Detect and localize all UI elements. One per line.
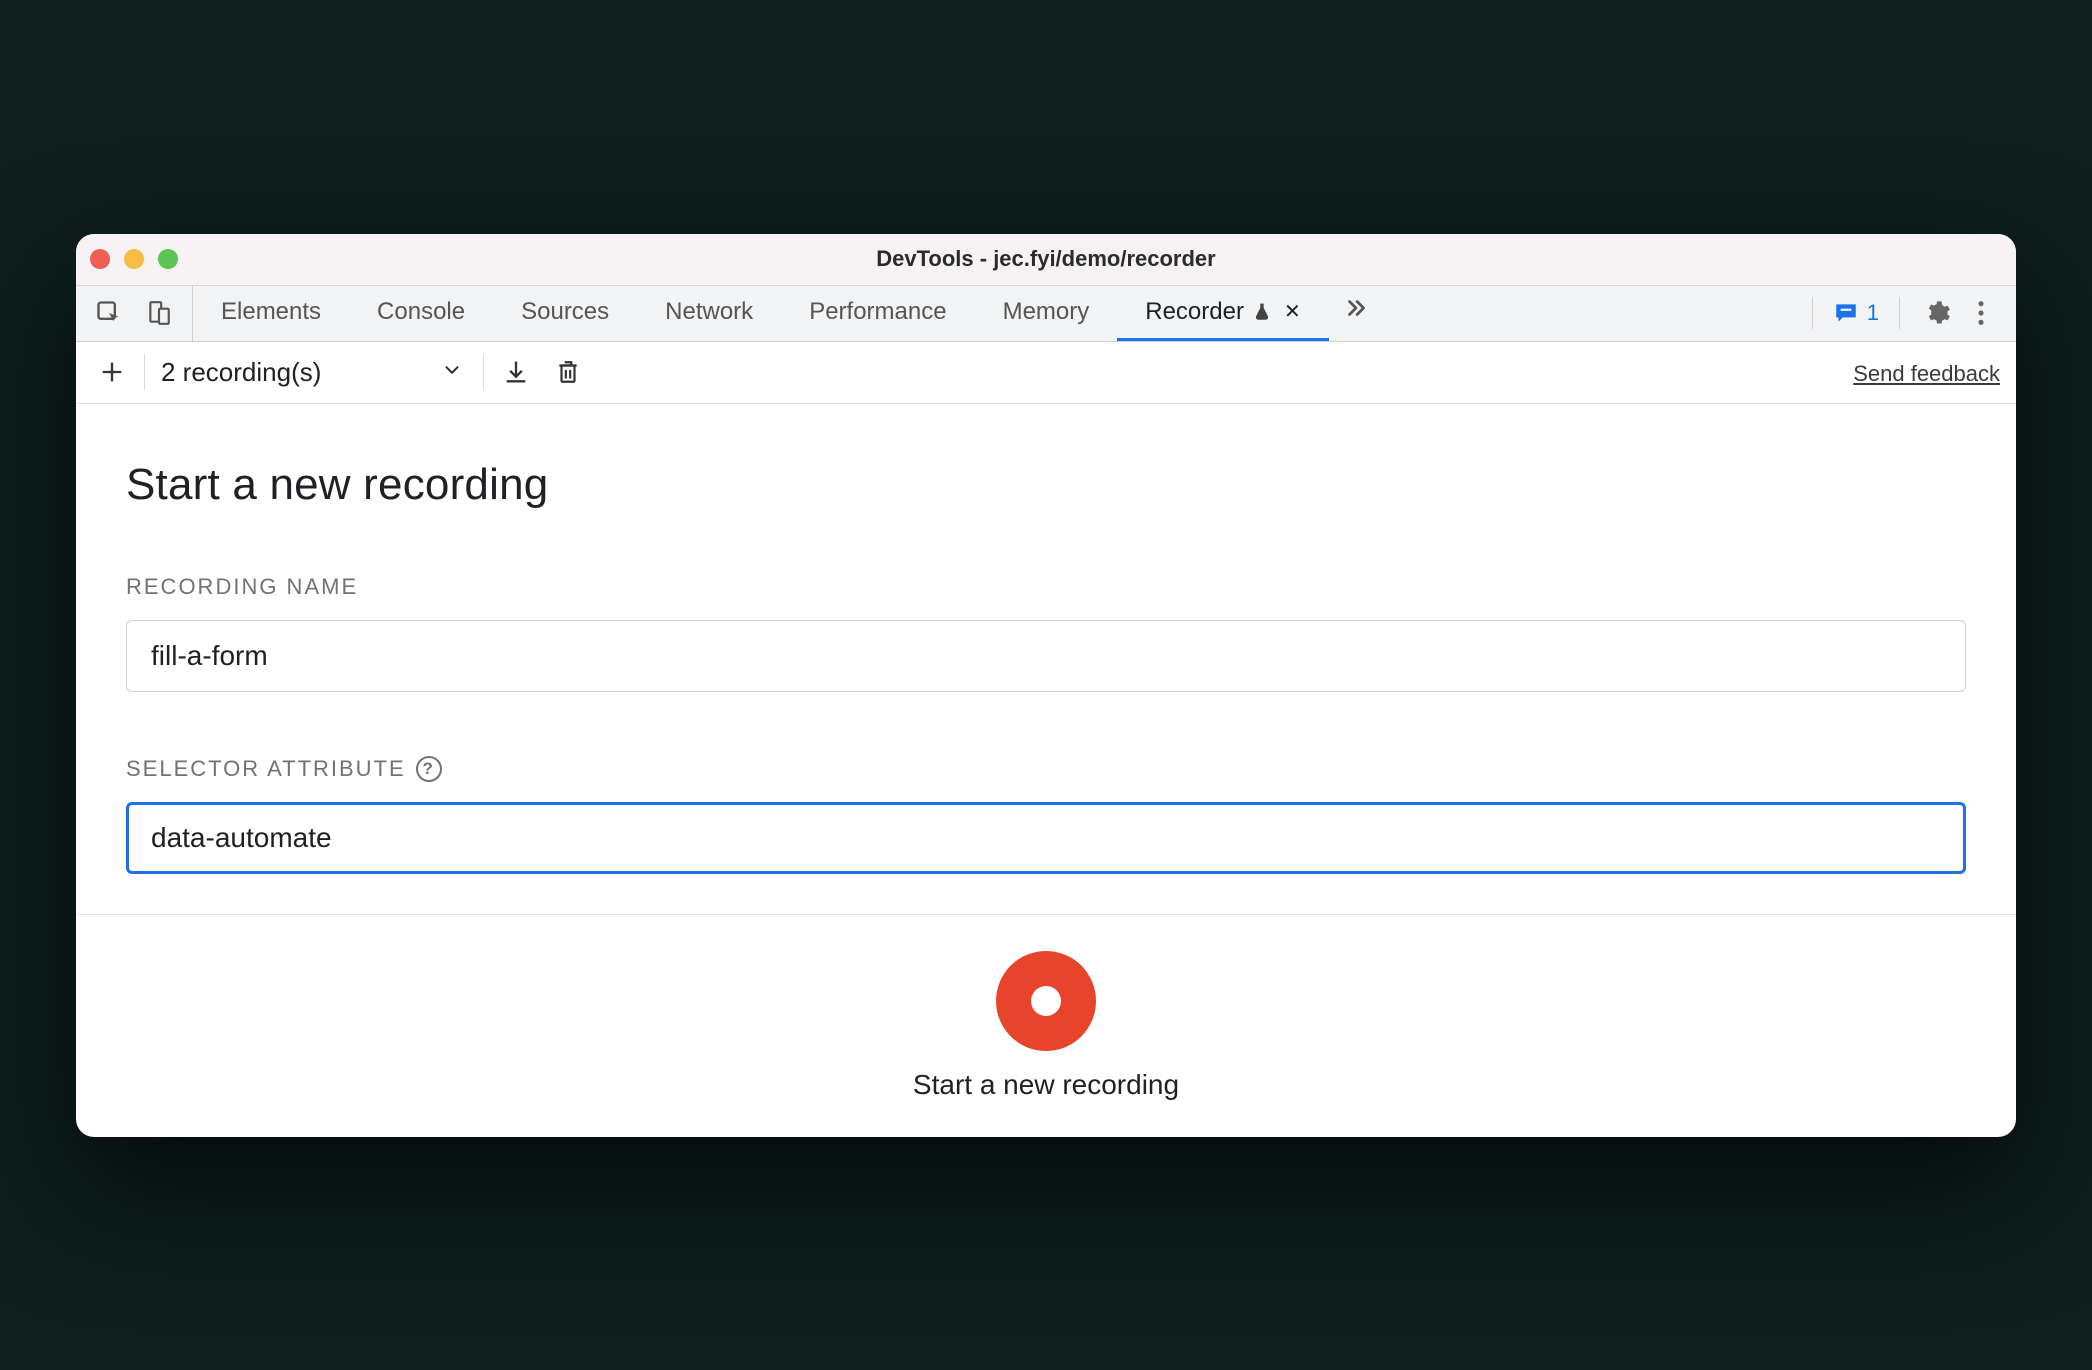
close-window-button[interactable] xyxy=(90,249,110,269)
inspect-element-icon[interactable] xyxy=(92,296,126,330)
tabs-list: Elements Console Sources Network Perform… xyxy=(193,286,1796,341)
tab-label: Recorder xyxy=(1145,298,1244,326)
recordings-dropdown[interactable]: 2 recording(s) xyxy=(157,357,471,388)
start-recording-label: Start a new recording xyxy=(913,1069,1179,1101)
tab-label: Console xyxy=(377,298,465,326)
dropdown-label: 2 recording(s) xyxy=(161,357,321,388)
separator xyxy=(144,354,145,390)
separator xyxy=(1812,297,1813,329)
zoom-window-button[interactable] xyxy=(158,249,178,269)
tab-label: Elements xyxy=(221,298,321,326)
minimize-window-button[interactable] xyxy=(124,249,144,269)
more-options-button[interactable] xyxy=(1964,296,1998,330)
download-icon xyxy=(502,358,530,386)
tab-label: Performance xyxy=(809,298,946,326)
issues-button[interactable]: 1 xyxy=(1833,300,1879,326)
start-recording-button[interactable] xyxy=(996,951,1096,1051)
send-feedback-link[interactable]: Send feedback xyxy=(1853,361,2000,386)
plus-icon xyxy=(98,358,126,386)
chevron-down-icon xyxy=(441,357,463,388)
selector-attribute-label-text: SELECTOR ATTRIBUTE xyxy=(126,756,406,782)
record-icon xyxy=(1031,986,1061,1016)
tab-network[interactable]: Network xyxy=(637,286,781,341)
settings-button[interactable] xyxy=(1920,296,1954,330)
tabs-row: Elements Console Sources Network Perform… xyxy=(76,286,2016,342)
delete-button[interactable] xyxy=(548,352,588,392)
trash-icon xyxy=(555,358,581,386)
devtools-window: DevTools - jec.fyi/demo/recorder Element… xyxy=(76,234,2016,1137)
separator xyxy=(1899,297,1900,329)
message-icon xyxy=(1833,300,1859,326)
recording-name-input[interactable] xyxy=(126,620,1966,692)
tabs-right-tools: 1 xyxy=(1796,286,2016,341)
more-tabs-button[interactable] xyxy=(1329,286,1383,341)
separator xyxy=(483,354,484,390)
issues-count: 1 xyxy=(1867,300,1879,326)
recorder-create-panel: Start a new recording RECORDING NAME SEL… xyxy=(76,404,2016,914)
inspector-tools xyxy=(76,286,193,341)
device-toolbar-icon[interactable] xyxy=(142,296,176,330)
tab-elements[interactable]: Elements xyxy=(193,286,349,341)
recording-name-field: RECORDING NAME xyxy=(126,574,1966,692)
recorder-toolbar: 2 recording(s) Send feedback xyxy=(76,342,2016,404)
chevron-double-right-icon xyxy=(1343,295,1369,328)
add-recording-button[interactable] xyxy=(92,352,132,392)
selector-attribute-input[interactable] xyxy=(126,802,1966,874)
export-button[interactable] xyxy=(496,352,536,392)
tab-sources[interactable]: Sources xyxy=(493,286,637,341)
tab-memory[interactable]: Memory xyxy=(975,286,1118,341)
window-title: DevTools - jec.fyi/demo/recorder xyxy=(76,246,2016,272)
close-tab-icon[interactable]: ✕ xyxy=(1284,299,1301,324)
selector-attribute-field: SELECTOR ATTRIBUTE ? xyxy=(126,756,1966,874)
tab-label: Network xyxy=(665,298,753,326)
record-footer: Start a new recording xyxy=(76,914,2016,1137)
kebab-icon xyxy=(1977,299,1985,327)
gear-icon xyxy=(1923,299,1951,327)
selector-attribute-label: SELECTOR ATTRIBUTE ? xyxy=(126,756,1966,782)
tab-performance[interactable]: Performance xyxy=(781,286,974,341)
flask-icon xyxy=(1252,302,1272,322)
title-bar: DevTools - jec.fyi/demo/recorder xyxy=(76,234,2016,286)
recording-name-label: RECORDING NAME xyxy=(126,574,1966,600)
tab-recorder[interactable]: Recorder ✕ xyxy=(1117,286,1328,341)
tab-label: Memory xyxy=(1003,298,1090,326)
page-title: Start a new recording xyxy=(126,460,1966,510)
help-icon[interactable]: ? xyxy=(416,756,442,782)
tab-label: Sources xyxy=(521,298,609,326)
tab-console[interactable]: Console xyxy=(349,286,493,341)
window-controls xyxy=(90,249,178,269)
